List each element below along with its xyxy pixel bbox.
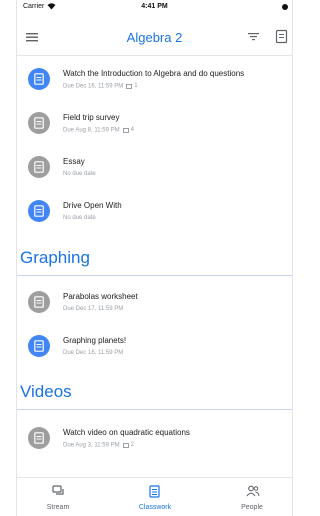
due-date-text: Due Aug 8, 11:59 PM [63,127,120,134]
attachment-icon [122,127,129,133]
assignment-due-date: Due Dec 16, 11:59 PM [63,350,124,356]
stream-icon [52,485,64,495]
assignment-due-date: No due date [63,215,96,221]
assignment-icon [28,68,50,90]
topic-header-videos[interactable]: Videos [17,380,292,410]
assignment-icon [28,156,50,178]
attachment-count: 2 [130,442,134,448]
assignment-due-date: Due Aug 3, 11:59 PM 2 [63,442,134,449]
assignment-title: Parabolas worksheet [63,292,138,301]
assignment-title: Drive Open With [63,201,122,210]
assignment-icon [28,291,50,313]
attachment-icon [126,83,133,89]
assignment-icon [28,427,50,449]
assignment-icon [28,200,50,222]
nav-label: Classwork [138,504,172,511]
attachment-count: 4 [130,127,134,133]
filter-icon[interactable] [247,30,260,43]
assignment-due-date: Due Dec 16, 11:59 PM 1 [63,83,138,90]
status-time: 4:41 PM [141,3,168,10]
people-icon [246,485,260,497]
app-bar: Algebra 2 [17,22,292,56]
status-bar: Carrier 4:41 PM [17,0,292,14]
assignment-title: Watch video on quadratic equations [63,428,190,437]
assignment-item[interactable]: Watch video on quadratic equations Due A… [17,423,292,461]
due-date-text: Due Aug 3, 11:59 PM [63,442,120,449]
nav-label: Stream [46,504,70,511]
bottom-navigation: Stream Classwork People [17,477,292,516]
assignment-item[interactable]: Parabolas worksheet Due Dec 17, 11:59 PM [17,287,292,325]
assignment-due-date: Due Dec 17, 11:59 PM [63,306,124,312]
assignment-item[interactable]: Essay No due date [17,152,292,190]
nav-tab-classwork[interactable]: Classwork [120,478,190,516]
assignment-due-date: Due Aug 8, 11:59 PM 4 [63,127,134,134]
assignment-item[interactable]: Watch the Introduction to Algebra and do… [17,64,292,102]
assignment-title: Graphing planets! [63,336,127,345]
classwork-icon [149,485,160,498]
assignment-title: Field trip survey [63,113,120,122]
assignment-title: Watch the Introduction to Algebra and do… [63,69,245,78]
topic-header-graphing[interactable]: Graphing [17,246,292,276]
due-date-text: Due Dec 16, 11:59 PM [63,83,124,90]
assignment-due-date: No due date [63,171,96,177]
phone-screen: Carrier 4:41 PM Algebra 2 Watch the Intr… [16,0,293,516]
nav-tab-people[interactable]: People [217,478,287,516]
nav-tab-stream[interactable]: Stream [23,478,93,516]
battery-icon [282,4,288,10]
assignment-item[interactable]: Drive Open With No due date [17,196,292,234]
attachment-icon [122,442,129,448]
assignment-icon [28,112,50,134]
assignment-title: Essay [63,157,85,166]
assignment-icon [28,335,50,357]
assignment-item[interactable]: Graphing planets! Due Dec 16, 11:59 PM [17,331,292,369]
topic-title: Graphing [20,248,90,267]
assignment-item[interactable]: Field trip survey Due Aug 8, 11:59 PM 4 [17,108,292,146]
attachment-count: 1 [134,83,138,89]
nav-label: People [241,504,263,511]
drive-folder-icon[interactable] [275,29,288,44]
topic-title: Videos [20,382,72,401]
